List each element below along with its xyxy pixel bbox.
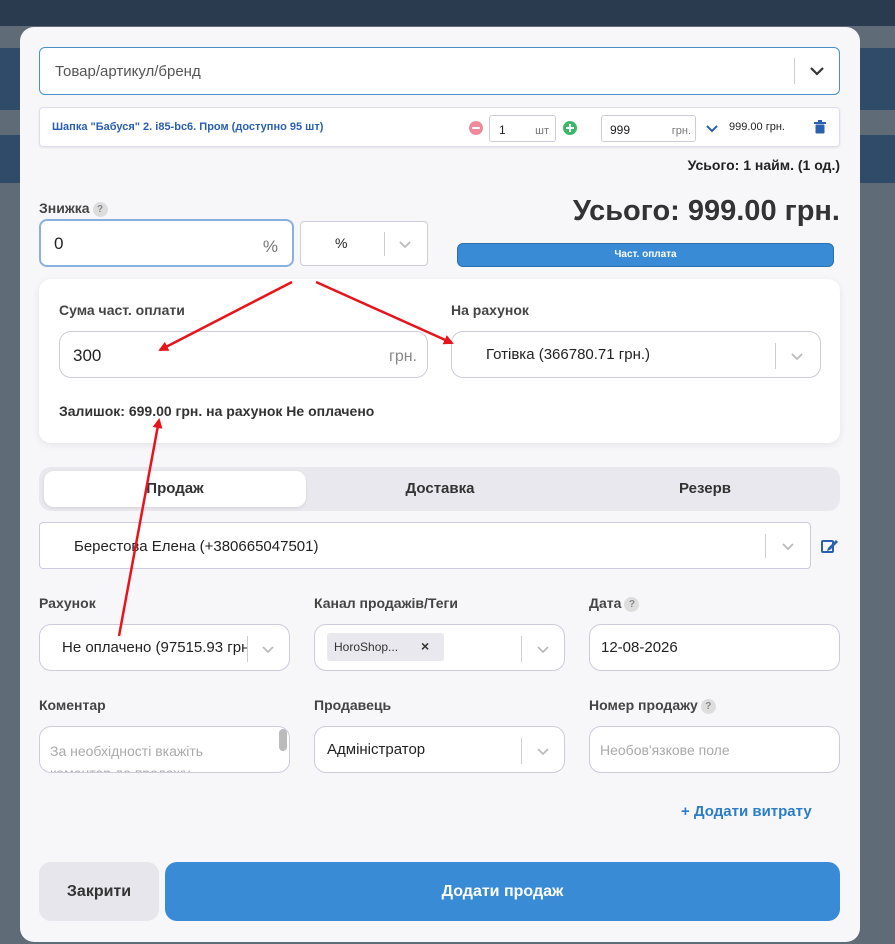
price-input[interactable]: 999 грн. [601, 115, 696, 142]
select-separator [521, 636, 522, 662]
tab-reserve[interactable]: Резерв [574, 471, 836, 507]
chevron-down-icon[interactable] [536, 744, 550, 762]
product-search-placeholder: Товар/артикул/бренд [55, 62, 201, 80]
select-separator [775, 343, 776, 369]
client-select[interactable]: Берестова Елена (+380665047501) [39, 522, 811, 569]
payment-account-value: Готівка (366780.71 грн.) [486, 346, 651, 363]
grand-total: Усього: 999.00 грн. [572, 195, 840, 227]
sale-number-label-text: Номер продажу [589, 697, 698, 713]
discount-type-value: % [335, 235, 348, 251]
quantity-input[interactable]: 1 шт [489, 115, 556, 142]
date-value: 12-08-2026 [601, 639, 678, 656]
chevron-down-icon[interactable] [781, 539, 795, 557]
price-unit: грн. [671, 125, 691, 137]
channel-tag-label: HoroShop... [334, 640, 399, 654]
channel-tag: HoroShop... × [327, 633, 444, 661]
sales-channel-label: Канал продажів/Теги [314, 595, 458, 611]
select-separator [765, 534, 766, 558]
seller-value: Адміністратор [327, 741, 426, 758]
payment-account-select[interactable]: Готівка (366780.71 грн.) [451, 331, 821, 378]
edit-icon[interactable] [821, 538, 839, 559]
sale-number-label: Номер продажу? [589, 697, 716, 714]
product-search-select[interactable]: Товар/артикул/бренд [39, 47, 840, 95]
discount-value: 0 [54, 234, 64, 253]
comment-scrollbar[interactable] [279, 729, 287, 751]
payment-amount-unit: грн. [388, 348, 417, 365]
discount-type-select[interactable]: % [300, 221, 428, 266]
help-icon[interactable]: ? [700, 699, 716, 714]
chevron-down-icon[interactable] [398, 237, 412, 255]
chevron-down-icon[interactable] [705, 121, 719, 139]
discount-unit: % [262, 237, 278, 256]
seller-select[interactable]: Адміністратор [314, 726, 565, 773]
account-select[interactable]: Не оплачено (97515.93 грн.) [39, 624, 290, 671]
items-count: Усього: 1 найм. (1 од.) [687, 157, 840, 173]
comment-label: Коментар [39, 697, 106, 713]
comment-placeholder: За необхідності вкажіть коментар до прод… [50, 743, 204, 773]
seller-label: Продавець [314, 697, 392, 713]
add-expense-link[interactable]: + Додати витрату [681, 803, 812, 820]
account-label: Рахунок [39, 595, 96, 611]
trash-icon[interactable] [814, 120, 826, 139]
quantity-value: 1 [499, 123, 506, 137]
chevron-down-icon[interactable] [536, 642, 550, 660]
chevron-down-icon[interactable] [795, 66, 839, 76]
comment-textarea[interactable]: За необхідності вкажіть коментар до прод… [39, 726, 290, 773]
date-label-text: Дата [589, 595, 622, 611]
background-header [0, 0, 895, 26]
select-separator [521, 738, 522, 764]
product-name-link[interactable]: Шапка "Бабуся" 2. і85-bc6. Пром (доступн… [52, 121, 323, 133]
sale-type-tabs: Продаж Доставка Резерв [39, 467, 840, 511]
discount-label: Знижка? [39, 200, 108, 217]
quantity-unit: шт [535, 125, 549, 137]
partial-payment-card: Сума част. оплати 300 грн. На рахунок Го… [39, 279, 840, 443]
product-line: Шапка "Бабуся" 2. і85-bc6. Пром (доступн… [39, 107, 840, 147]
add-sale-button[interactable]: Додати продаж [165, 862, 840, 921]
minus-icon[interactable] [469, 121, 483, 135]
chevron-down-icon[interactable] [261, 642, 275, 660]
date-input[interactable]: 12-08-2026 [589, 624, 840, 671]
help-icon[interactable]: ? [624, 597, 640, 612]
discount-input[interactable]: 0 % [39, 219, 294, 267]
line-total: 999.00 грн. [729, 121, 785, 133]
price-value: 999 [610, 123, 631, 137]
client-value: Берестова Елена (+380665047501) [74, 538, 319, 555]
payment-account-label: На рахунок [451, 302, 529, 318]
select-separator [384, 232, 385, 256]
sales-channel-select[interactable]: HoroShop... × [314, 624, 565, 671]
sale-number-placeholder: Необов'язкове поле [600, 742, 730, 758]
payment-amount-label: Сума част. оплати [59, 302, 185, 318]
add-sale-modal: Товар/артикул/бренд Шапка "Бабуся" 2. і8… [20, 27, 860, 942]
chevron-down-icon[interactable] [790, 349, 804, 367]
sale-number-input[interactable]: Необов'язкове поле [589, 726, 840, 773]
payment-amount-input[interactable]: 300 грн. [59, 331, 428, 378]
payment-amount-value: 300 [73, 346, 102, 365]
select-separator [247, 636, 248, 662]
discount-label-text: Знижка [39, 200, 90, 216]
payment-status-badge[interactable]: Част. оплата [457, 243, 834, 267]
remaining-balance: Залишок: 699.00 грн. на рахунок Не оплач… [59, 403, 375, 419]
close-button[interactable]: Закрити [39, 862, 159, 921]
plus-icon[interactable] [563, 121, 577, 135]
tab-delivery[interactable]: Доставка [309, 471, 571, 507]
date-label: Дата? [589, 595, 640, 612]
tab-sale[interactable]: Продаж [44, 471, 306, 507]
close-icon[interactable]: × [421, 638, 429, 654]
account-value: Не оплачено (97515.93 грн.) [62, 639, 248, 656]
help-icon[interactable]: ? [92, 202, 108, 217]
